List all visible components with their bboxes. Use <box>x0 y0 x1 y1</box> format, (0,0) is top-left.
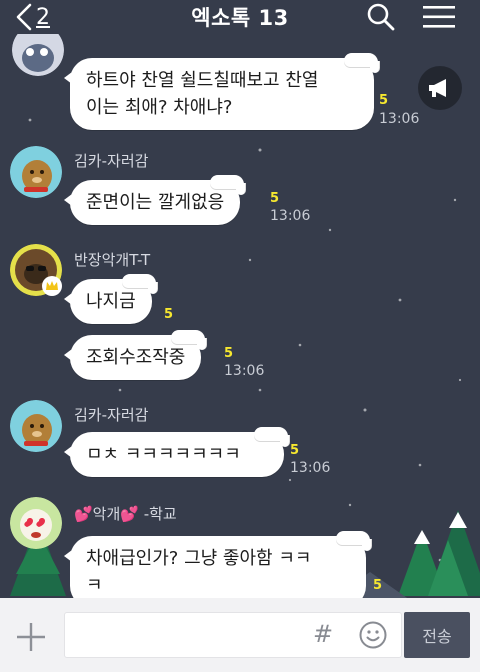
sender-name: 김카-자러감 <box>74 406 149 424</box>
avatar[interactable] <box>10 497 62 549</box>
message-time: 13:06 <box>290 460 331 476</box>
sender-name: 김카-자러감 <box>74 152 149 170</box>
message-bubble[interactable]: 조회수조작중 <box>63 330 208 380</box>
attach-button[interactable] <box>14 620 48 658</box>
message-bubble[interactable]: ㅁㅊ ㅋㅋㅋㅋㅋㅋㅋ <box>64 427 290 477</box>
chat-area[interactable]: 하트야 찬열 쉴드칠때보고 찬열 이는 최애? 차애냐? 5 13:06 김카-… <box>0 0 480 600</box>
send-button[interactable]: 전송 <box>404 612 470 658</box>
search-icon <box>367 3 395 31</box>
message-text: ㅁㅊ ㅋㅋㅋㅋㅋㅋㅋ <box>86 444 241 465</box>
sender-name: 반장악개T-T <box>74 251 151 269</box>
unread-count: 5 <box>164 307 174 322</box>
megaphone-button[interactable] <box>418 66 462 110</box>
trees-right <box>398 510 480 596</box>
search-button[interactable] <box>366 2 396 36</box>
message-time: 13:06 <box>379 111 420 127</box>
megaphone-icon <box>429 79 446 97</box>
unread-count: 5 <box>379 93 389 108</box>
avatar[interactable] <box>10 146 62 198</box>
message-time: 13:06 <box>224 363 265 379</box>
message-input[interactable] <box>64 612 402 658</box>
message-bubble[interactable]: 차애급인가? 그냥 좋아함 ㅋㅋ ㅋ <box>64 531 372 600</box>
avatar[interactable] <box>10 400 62 452</box>
message-text: 하트야 찬열 쉴드칠때보고 찬열 이는 최애? 차애냐? <box>86 70 319 118</box>
message-time: 13:06 <box>270 208 311 224</box>
unread-count: 5 <box>270 191 280 206</box>
unread-count: 5 <box>290 443 300 458</box>
menu-button[interactable] <box>422 4 456 34</box>
message-text: 조회수조작중 <box>86 347 186 368</box>
smiley-icon <box>359 621 387 649</box>
hashtag-button[interactable]: # <box>313 620 333 648</box>
emoticon-button[interactable] <box>358 620 388 654</box>
hamburger-menu-icon <box>423 6 455 28</box>
message-text: 차애급인가? 그냥 좋아함 ㅋㅋ ㅋ <box>86 548 312 596</box>
message-text: 준면이는 깔게없응 <box>86 192 225 213</box>
plus-icon <box>17 623 45 651</box>
message-bubble[interactable]: 나지금 <box>64 274 158 324</box>
message-text: 나지금 <box>86 291 136 312</box>
page-title: 엑소톡 13 <box>191 6 289 30</box>
unread-count: 5 <box>224 346 234 361</box>
crown-badge <box>42 276 62 296</box>
chat-header: 2 엑소톡 13 <box>0 0 480 34</box>
message-bubble[interactable]: 준면이는 깔게없응 <box>63 175 247 225</box>
sender-name: 💕악개💕 -학교 <box>74 505 177 523</box>
unread-count: 5 <box>373 578 383 593</box>
message-bubble[interactable]: 하트야 찬열 쉴드칠때보고 찬열 이는 최애? 차애냐? <box>64 53 380 130</box>
